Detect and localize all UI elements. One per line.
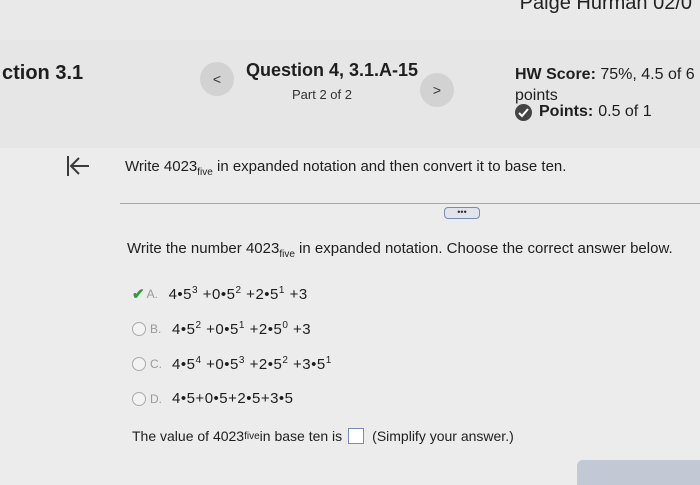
choice-b[interactable]: B. 4•52 +0•51 +2•50 +3 <box>132 320 311 338</box>
prompt-text: Write the number 4023five in expanded no… <box>127 240 673 260</box>
section-title: ction 3.1 <box>2 62 84 84</box>
choice-letter: C. <box>150 357 162 371</box>
hw-score-value-line2: points <box>515 87 558 104</box>
radio-button[interactable] <box>132 322 146 336</box>
back-to-start-icon[interactable] <box>65 153 91 186</box>
choice-letter: B. <box>150 322 162 336</box>
value-text-base: five <box>244 430 260 442</box>
more-button[interactable]: ••• <box>444 207 480 219</box>
choice-expression: 4•52 +0•51 +2•50 +3 <box>172 320 312 338</box>
question-title: Question 4, 3.1.A-15 <box>246 60 419 80</box>
user-name: Paige Hurman 02/0 <box>519 0 692 14</box>
chevron-right-icon: > <box>432 82 442 98</box>
hw-score-value: 75%, 4.5 of 6 <box>600 66 695 83</box>
question-header: ction 3.1 < Question 4, 3.1.A-15 Part 2 … <box>0 40 700 148</box>
choice-c[interactable]: C. 4•54 +0•53 +2•52 +3•51 <box>132 355 332 373</box>
top-bar: Paige Hurman 02/0 <box>0 0 700 40</box>
hw-score-label: HW Score: <box>515 66 596 83</box>
check-icon: ✔ <box>132 286 145 303</box>
choice-letter: D. <box>150 391 162 406</box>
next-question-button[interactable]: > <box>420 73 454 107</box>
simplify-hint: (Simplify your answer.) <box>372 428 514 444</box>
choice-d[interactable]: D. 4•5+0•5+2•5+3•5 <box>132 390 294 407</box>
choice-letter: A. <box>146 287 158 301</box>
choice-a[interactable]: ✔ A. 4•53 +0•52 +2•51 +3 <box>132 285 308 303</box>
prompt-text-base: five <box>279 249 295 260</box>
windows-taskbar-hint <box>577 460 700 485</box>
prompt-text-post: in expanded notation. Choose the correct… <box>294 240 673 257</box>
choice-expression: 4•54 +0•53 +2•52 +3•51 <box>172 355 332 373</box>
hw-score: HW Score: 75%, 4.5 of 6 points <box>515 64 695 106</box>
question-text-pre: Write 4023 <box>125 158 198 175</box>
question-text-post: in expanded notation and then convert it… <box>212 158 567 175</box>
partial-credit-icon <box>515 103 532 121</box>
prompt-text-pre: Write the number 4023 <box>127 240 280 257</box>
points-value: 0.5 of 1 <box>598 103 652 120</box>
question-text-base: five <box>197 167 213 178</box>
points-label: Points: <box>539 103 594 120</box>
previous-question-button[interactable]: < <box>200 62 234 96</box>
question-text: Write 4023five in expanded notation and … <box>125 158 566 178</box>
radio-button[interactable] <box>132 391 146 406</box>
question-part: Part 2 of 2 <box>292 87 352 102</box>
value-text-pre: The value of 4023 <box>132 428 245 444</box>
question-content: Write 4023five in expanded notation and … <box>0 148 700 485</box>
radio-button[interactable] <box>132 357 146 371</box>
value-text-mid: in base ten is <box>259 428 343 444</box>
base-ten-prompt: The value of 4023 five in base ten is (Si… <box>132 428 514 444</box>
chevron-left-icon: < <box>212 71 222 87</box>
choice-expression: 4•53 +0•52 +2•51 +3 <box>168 285 308 303</box>
divider <box>120 203 700 204</box>
choice-expression: 4•5+0•5+2•5+3•5 <box>172 390 294 407</box>
points: Points: 0.5 of 1 <box>515 103 652 121</box>
answer-input[interactable] <box>348 428 365 444</box>
